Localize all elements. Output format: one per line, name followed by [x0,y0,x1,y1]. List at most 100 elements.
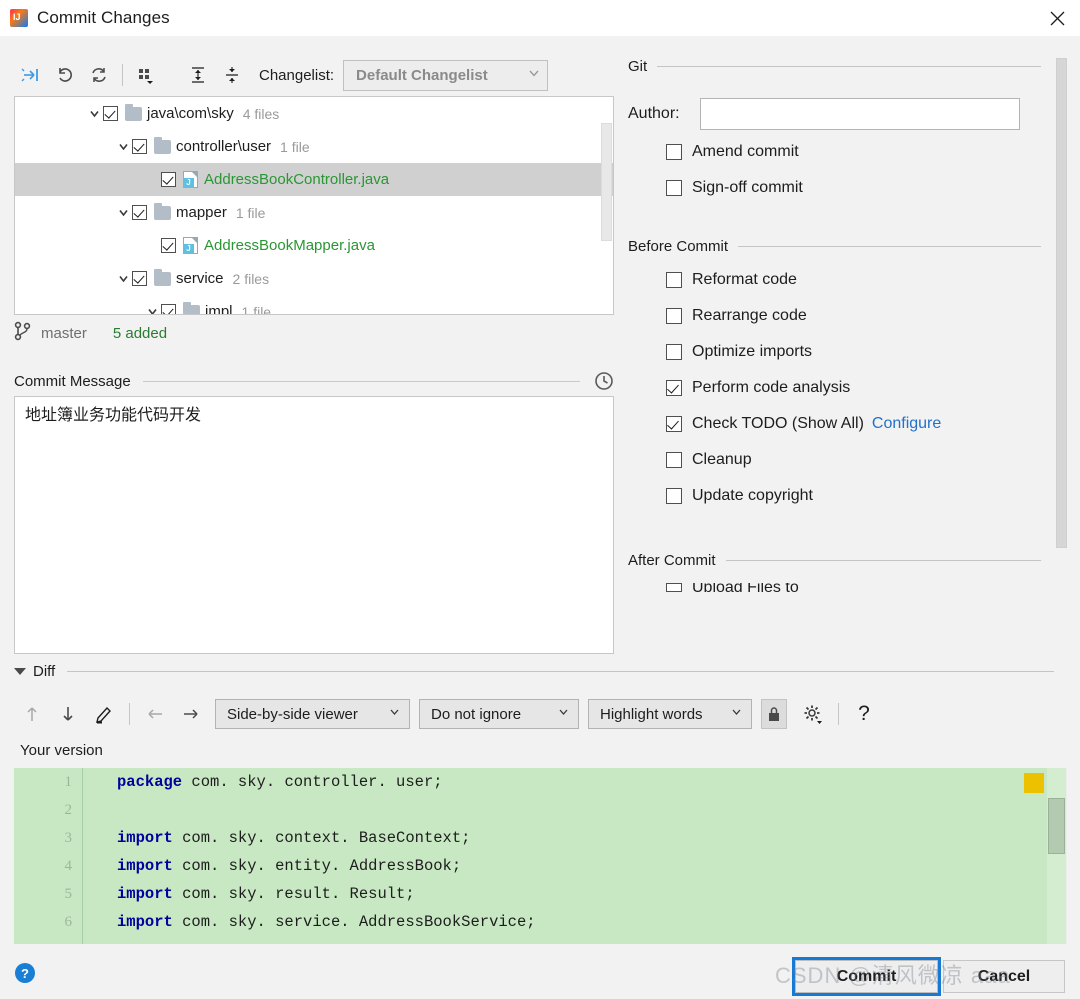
tree-row-checkbox[interactable] [132,271,147,286]
option-row-rearrange-code[interactable]: Rearrange code [628,302,1068,330]
collapse-all-icon[interactable] [215,60,249,90]
diff-scrollbar-thumb[interactable] [1048,798,1065,854]
option-row-amend-commit[interactable]: Amend commit [628,138,1068,166]
cancel-button[interactable]: Cancel [943,960,1065,993]
line-number: 2 [14,802,82,819]
tree-row[interactable]: impl1 file [15,295,613,315]
pencil-icon[interactable] [86,698,122,730]
tree-row-checkbox[interactable] [132,205,147,220]
code-text: package com. sky. controller. user; [82,773,443,791]
code-line: 3import com. sky. context. BaseContext; [14,824,1066,852]
chevron-down-icon[interactable] [143,303,161,316]
changed-files-tree[interactable]: java\com\sky4 filescontroller\user1 file… [14,96,614,315]
code-line: 2 [14,796,1066,824]
amend-commit-checkbox[interactable] [666,144,682,160]
commit-message-input[interactable]: 地址簿业务功能代码开发 [14,396,614,654]
chevron-down-icon[interactable] [114,204,132,222]
option-row-check-todo[interactable]: Check TODO (Show All)Configure [628,410,1068,438]
reformat-code-checkbox[interactable] [666,272,682,288]
move-to-another-changelist-icon[interactable] [14,60,48,90]
arrow-left-icon[interactable] [137,698,173,730]
options-scrollbar[interactable] [1055,56,1068,616]
chevron-down-icon[interactable] [114,270,132,288]
tree-row-checkbox[interactable] [132,139,147,154]
viewer-mode-value: Side-by-side viewer [227,706,388,723]
tree-row-count: 1 file [236,205,266,221]
author-field[interactable] [700,98,1020,130]
diff-code-pane[interactable]: 1package com. sky. controller. user; 2 3im… [14,768,1067,944]
diff-title: Diff [33,663,55,680]
option-row-reformat-code[interactable]: Reformat code [628,266,1068,294]
sign-off-commit-checkbox[interactable] [666,180,682,196]
perform-code-analysis-checkbox[interactable] [666,380,682,396]
options-scrollbar-thumb[interactable] [1056,58,1067,548]
tree-row[interactable]: AddressBookMapper.java [15,229,613,262]
after-commit-checkbox[interactable] [666,583,682,592]
check-todo-configure-link[interactable]: Configure [872,415,941,433]
code-line: 5import com. sky. result. Result; [14,880,1066,908]
git-branch-icon [14,321,32,346]
chevron-down-icon [557,705,570,723]
update-copyright-checkbox[interactable] [666,488,682,504]
lock-icon[interactable] [761,699,787,729]
git-section-divider [657,66,1041,67]
intellij-idea-icon [10,9,28,27]
diff-scrollbar[interactable] [1047,768,1066,944]
optimize-imports-checkbox[interactable] [666,344,682,360]
option-row-sign-off-commit[interactable]: Sign-off commit [628,174,1068,202]
rearrange-code-checkbox[interactable] [666,308,682,324]
help-circle-icon[interactable]: ? [14,962,36,984]
diff-toolbar-divider-2 [838,703,839,725]
code-plain: com. sky. result. Result; [173,885,415,903]
viewer-mode-dropdown[interactable]: Side-by-side viewer [215,699,410,729]
option-row-cleanup[interactable]: Cleanup [628,446,1068,474]
after-commit-clipped-option[interactable]: Upload Files to [628,582,1068,592]
commit-button[interactable]: Commit [795,960,938,993]
option-row-optimize-imports[interactable]: Optimize imports [628,338,1068,366]
optimize-imports-label: Optimize imports [692,343,812,361]
tree-row[interactable]: java\com\sky4 files [15,97,613,130]
check-todo-checkbox[interactable] [666,416,682,432]
expand-all-icon[interactable] [181,60,215,90]
highlight-mode-dropdown[interactable]: Highlight words [588,699,752,729]
diff-section-header[interactable]: Diff [14,660,1054,682]
rearrange-code-label: Rearrange code [692,307,807,325]
code-line: 1package com. sky. controller. user; [14,768,1066,796]
tree-row-checkbox[interactable] [161,304,176,315]
rollback-icon[interactable] [48,60,82,90]
tree-row[interactable]: service2 files [15,262,613,295]
changelist-dropdown[interactable]: Default Changelist [343,60,548,91]
tree-row[interactable]: AddressBookController.java [15,163,613,196]
dialog-footer: ? Commit Cancel [0,944,1080,999]
gear-icon[interactable] [795,698,831,730]
arrow-right-icon[interactable] [173,698,209,730]
clock-history-icon[interactable] [594,371,614,391]
tree-row[interactable]: controller\user1 file [15,130,613,163]
question-mark-icon[interactable]: ? [846,698,882,730]
line-number: 4 [14,858,82,875]
option-row-perform-code-analysis[interactable]: Perform code analysis [628,374,1068,402]
tree-row-checkbox[interactable] [161,172,176,187]
refresh-icon[interactable] [82,60,116,90]
commit-message-label: Commit Message [14,373,131,390]
tree-row-name: impl [205,303,233,315]
code-line: 6import com. sky. service. AddressBookSe… [14,908,1066,936]
diff-toolbar-divider [129,703,130,725]
code-text: import com. sky. context. BaseContext; [82,829,470,847]
cleanup-checkbox[interactable] [666,452,682,468]
group-by-icon[interactable] [129,60,163,90]
chevron-down-icon[interactable] [85,105,103,123]
todo-marker[interactable] [1024,773,1044,793]
chevron-down-icon[interactable] [14,668,26,675]
tree-row-checkbox[interactable] [161,238,176,253]
author-label-text: Author: [628,105,680,122]
close-icon[interactable] [1034,0,1080,36]
ignore-mode-dropdown[interactable]: Do not ignore [419,699,579,729]
chevron-down-icon[interactable] [114,138,132,156]
option-row-update-copyright[interactable]: Update copyright [628,482,1068,510]
arrow-up-icon[interactable] [14,698,50,730]
tree-row-checkbox[interactable] [103,106,118,121]
tree-row[interactable]: mapper1 file [15,196,613,229]
tree-scrollbar[interactable] [601,123,612,241]
arrow-down-icon[interactable] [50,698,86,730]
